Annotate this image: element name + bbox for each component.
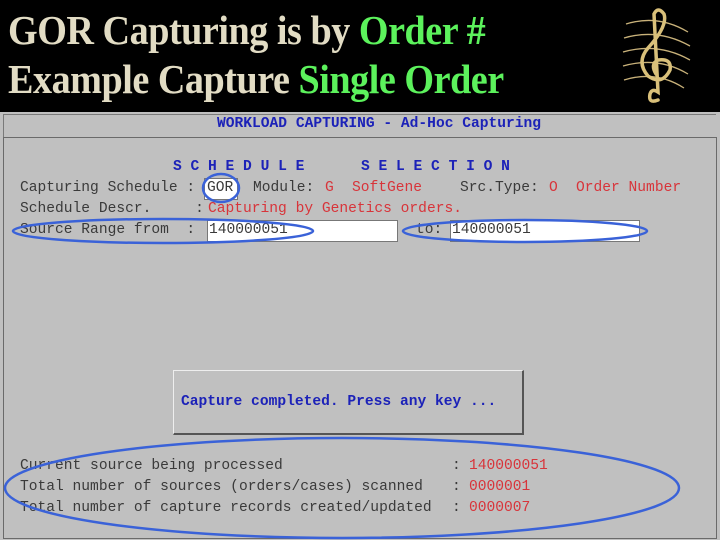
slide-title-line1: GOR Capturing is by Order #	[8, 6, 486, 54]
screen-header: WORKLOAD CAPTURING - Ad-Hoc Capturing	[217, 116, 542, 132]
src-type-name: Order Number	[576, 180, 682, 196]
stat-label: Total number of sources (orders/cases) s…	[20, 479, 423, 495]
capturing-schedule-value: GOR	[207, 180, 234, 196]
range-from-label: Source Range from :	[20, 222, 196, 238]
section-selection: S E L E C T I O N	[361, 159, 510, 175]
range-to-value: 140000051	[452, 222, 531, 238]
src-type-code: O	[549, 180, 558, 196]
range-to-label: to:	[416, 222, 443, 238]
src-type-label: Src.Type:	[460, 180, 539, 196]
descr-value: Capturing by Genetics orders.	[208, 201, 462, 217]
stat-label: Current source being processed	[20, 458, 283, 474]
stat-value: 0000007	[469, 500, 531, 516]
section-schedule: S C H E D U L E	[173, 159, 305, 175]
module-label: Module:	[253, 180, 315, 196]
title-text: Example Capture	[8, 56, 299, 102]
capturing-schedule-label: Capturing Schedule :	[20, 180, 196, 196]
module-name: SoftGene	[352, 180, 423, 196]
stat-colon: :	[452, 458, 461, 474]
descr-label: Schedule Descr. :	[20, 201, 204, 217]
stat-value: 0000001	[469, 479, 531, 495]
title-text: GOR Capturing is by	[8, 7, 359, 53]
stat-colon: :	[452, 500, 461, 516]
title-highlight: Order #	[358, 7, 486, 53]
module-code: G	[325, 180, 334, 196]
title-highlight: Single Order	[298, 56, 505, 102]
stat-value: 140000051	[469, 458, 548, 474]
popup-message: Capture completed. Press any key ...	[181, 394, 497, 410]
stat-label: Total number of capture records created/…	[20, 500, 432, 516]
slide-title-line2: Example Capture Single Order	[8, 55, 504, 103]
range-from-value: 140000051	[209, 222, 288, 238]
treble-clef-icon	[622, 8, 691, 103]
stat-colon: :	[452, 479, 461, 495]
